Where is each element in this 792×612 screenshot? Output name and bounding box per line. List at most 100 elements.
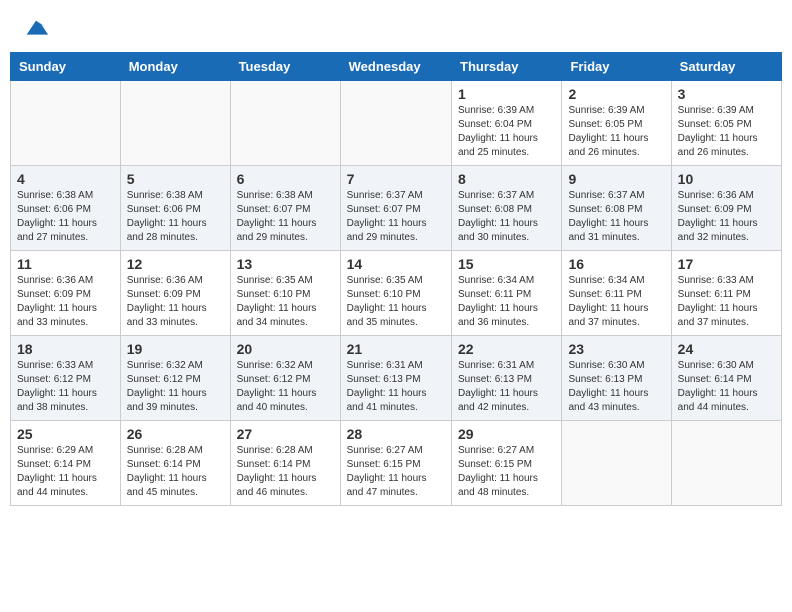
calendar-cell: 23 Sunrise: 6:30 AM Sunset: 6:13 PM Dayli… xyxy=(562,336,671,421)
day-number: 26 xyxy=(127,426,224,442)
day-number: 23 xyxy=(568,341,664,357)
day-info: Sunrise: 6:39 AM Sunset: 6:05 PM Dayligh… xyxy=(568,104,664,160)
day-number: 4 xyxy=(17,171,114,187)
day-info: Sunrise: 6:31 AM Sunset: 6:13 PM Dayligh… xyxy=(347,359,445,415)
day-number: 2 xyxy=(568,86,664,102)
calendar-cell: 18 Sunrise: 6:33 AM Sunset: 6:12 PM Dayli… xyxy=(11,336,121,421)
weekday-header: Sunday xyxy=(11,53,121,81)
day-number: 19 xyxy=(127,341,224,357)
day-info: Sunrise: 6:33 AM Sunset: 6:11 PM Dayligh… xyxy=(678,274,775,330)
day-info: Sunrise: 6:36 AM Sunset: 6:09 PM Dayligh… xyxy=(678,189,775,245)
day-number: 1 xyxy=(458,86,555,102)
day-info: Sunrise: 6:39 AM Sunset: 6:04 PM Dayligh… xyxy=(458,104,555,160)
day-info: Sunrise: 6:34 AM Sunset: 6:11 PM Dayligh… xyxy=(458,274,555,330)
day-number: 28 xyxy=(347,426,445,442)
calendar-cell: 25 Sunrise: 6:29 AM Sunset: 6:14 PM Dayli… xyxy=(11,421,121,506)
logo xyxy=(20,16,50,44)
calendar-table: SundayMondayTuesdayWednesdayThursdayFrid… xyxy=(10,52,782,506)
calendar-cell: 4 Sunrise: 6:38 AM Sunset: 6:06 PM Daylig… xyxy=(11,166,121,251)
day-number: 8 xyxy=(458,171,555,187)
day-number: 5 xyxy=(127,171,224,187)
day-info: Sunrise: 6:36 AM Sunset: 6:09 PM Dayligh… xyxy=(17,274,114,330)
calendar-cell: 2 Sunrise: 6:39 AM Sunset: 6:05 PM Daylig… xyxy=(562,81,671,166)
day-number: 18 xyxy=(17,341,114,357)
day-info: Sunrise: 6:27 AM Sunset: 6:15 PM Dayligh… xyxy=(458,444,555,500)
calendar-cell xyxy=(120,81,230,166)
calendar-cell: 3 Sunrise: 6:39 AM Sunset: 6:05 PM Daylig… xyxy=(671,81,781,166)
weekday-header: Friday xyxy=(562,53,671,81)
calendar-cell: 19 Sunrise: 6:32 AM Sunset: 6:12 PM Dayli… xyxy=(120,336,230,421)
calendar-cell: 10 Sunrise: 6:36 AM Sunset: 6:09 PM Dayli… xyxy=(671,166,781,251)
calendar-cell: 1 Sunrise: 6:39 AM Sunset: 6:04 PM Daylig… xyxy=(452,81,562,166)
calendar-cell xyxy=(230,81,340,166)
day-number: 16 xyxy=(568,256,664,272)
day-number: 27 xyxy=(237,426,334,442)
day-number: 29 xyxy=(458,426,555,442)
page: SundayMondayTuesdayWednesdayThursdayFrid… xyxy=(0,0,792,612)
weekday-header: Tuesday xyxy=(230,53,340,81)
calendar-cell: 11 Sunrise: 6:36 AM Sunset: 6:09 PM Dayli… xyxy=(11,251,121,336)
day-info: Sunrise: 6:30 AM Sunset: 6:13 PM Dayligh… xyxy=(568,359,664,415)
day-info: Sunrise: 6:38 AM Sunset: 6:06 PM Dayligh… xyxy=(17,189,114,245)
day-info: Sunrise: 6:30 AM Sunset: 6:14 PM Dayligh… xyxy=(678,359,775,415)
calendar-cell: 8 Sunrise: 6:37 AM Sunset: 6:08 PM Daylig… xyxy=(452,166,562,251)
weekday-header: Saturday xyxy=(671,53,781,81)
weekday-header: Monday xyxy=(120,53,230,81)
calendar-cell: 26 Sunrise: 6:28 AM Sunset: 6:14 PM Dayli… xyxy=(120,421,230,506)
calendar-cell: 9 Sunrise: 6:37 AM Sunset: 6:08 PM Daylig… xyxy=(562,166,671,251)
day-info: Sunrise: 6:29 AM Sunset: 6:14 PM Dayligh… xyxy=(17,444,114,500)
day-number: 9 xyxy=(568,171,664,187)
calendar-cell xyxy=(340,81,451,166)
day-info: Sunrise: 6:28 AM Sunset: 6:14 PM Dayligh… xyxy=(237,444,334,500)
day-info: Sunrise: 6:39 AM Sunset: 6:05 PM Dayligh… xyxy=(678,104,775,160)
day-info: Sunrise: 6:36 AM Sunset: 6:09 PM Dayligh… xyxy=(127,274,224,330)
day-number: 22 xyxy=(458,341,555,357)
day-number: 12 xyxy=(127,256,224,272)
day-number: 25 xyxy=(17,426,114,442)
day-number: 11 xyxy=(17,256,114,272)
day-number: 17 xyxy=(678,256,775,272)
day-info: Sunrise: 6:35 AM Sunset: 6:10 PM Dayligh… xyxy=(237,274,334,330)
weekday-header: Thursday xyxy=(452,53,562,81)
day-number: 10 xyxy=(678,171,775,187)
calendar-cell xyxy=(11,81,121,166)
calendar-cell: 16 Sunrise: 6:34 AM Sunset: 6:11 PM Dayli… xyxy=(562,251,671,336)
day-info: Sunrise: 6:34 AM Sunset: 6:11 PM Dayligh… xyxy=(568,274,664,330)
calendar-cell: 13 Sunrise: 6:35 AM Sunset: 6:10 PM Dayli… xyxy=(230,251,340,336)
day-number: 21 xyxy=(347,341,445,357)
day-info: Sunrise: 6:32 AM Sunset: 6:12 PM Dayligh… xyxy=(127,359,224,415)
day-info: Sunrise: 6:37 AM Sunset: 6:07 PM Dayligh… xyxy=(347,189,445,245)
day-info: Sunrise: 6:31 AM Sunset: 6:13 PM Dayligh… xyxy=(458,359,555,415)
day-number: 20 xyxy=(237,341,334,357)
day-info: Sunrise: 6:38 AM Sunset: 6:07 PM Dayligh… xyxy=(237,189,334,245)
day-info: Sunrise: 6:38 AM Sunset: 6:06 PM Dayligh… xyxy=(127,189,224,245)
calendar-cell: 29 Sunrise: 6:27 AM Sunset: 6:15 PM Dayli… xyxy=(452,421,562,506)
day-info: Sunrise: 6:37 AM Sunset: 6:08 PM Dayligh… xyxy=(568,189,664,245)
day-info: Sunrise: 6:28 AM Sunset: 6:14 PM Dayligh… xyxy=(127,444,224,500)
day-info: Sunrise: 6:27 AM Sunset: 6:15 PM Dayligh… xyxy=(347,444,445,500)
logo-bird-icon xyxy=(22,16,50,44)
day-number: 13 xyxy=(237,256,334,272)
header xyxy=(0,0,792,52)
calendar-cell: 27 Sunrise: 6:28 AM Sunset: 6:14 PM Dayli… xyxy=(230,421,340,506)
calendar-cell: 7 Sunrise: 6:37 AM Sunset: 6:07 PM Daylig… xyxy=(340,166,451,251)
day-info: Sunrise: 6:35 AM Sunset: 6:10 PM Dayligh… xyxy=(347,274,445,330)
day-info: Sunrise: 6:37 AM Sunset: 6:08 PM Dayligh… xyxy=(458,189,555,245)
calendar-cell: 24 Sunrise: 6:30 AM Sunset: 6:14 PM Dayli… xyxy=(671,336,781,421)
calendar-cell: 12 Sunrise: 6:36 AM Sunset: 6:09 PM Dayli… xyxy=(120,251,230,336)
calendar-cell: 20 Sunrise: 6:32 AM Sunset: 6:12 PM Dayli… xyxy=(230,336,340,421)
day-number: 24 xyxy=(678,341,775,357)
calendar-cell: 28 Sunrise: 6:27 AM Sunset: 6:15 PM Dayli… xyxy=(340,421,451,506)
day-info: Sunrise: 6:32 AM Sunset: 6:12 PM Dayligh… xyxy=(237,359,334,415)
day-number: 7 xyxy=(347,171,445,187)
calendar-cell xyxy=(562,421,671,506)
calendar-cell: 21 Sunrise: 6:31 AM Sunset: 6:13 PM Dayli… xyxy=(340,336,451,421)
day-number: 3 xyxy=(678,86,775,102)
calendar-cell: 14Sunrise: 6:35 AM Sunset: 6:10 PM Dayli… xyxy=(340,251,451,336)
calendar-cell: 17 Sunrise: 6:33 AM Sunset: 6:11 PM Dayli… xyxy=(671,251,781,336)
calendar-cell xyxy=(671,421,781,506)
calendar-cell: 22 Sunrise: 6:31 AM Sunset: 6:13 PM Dayli… xyxy=(452,336,562,421)
day-number: 6 xyxy=(237,171,334,187)
day-info: Sunrise: 6:33 AM Sunset: 6:12 PM Dayligh… xyxy=(17,359,114,415)
day-number: 15 xyxy=(458,256,555,272)
